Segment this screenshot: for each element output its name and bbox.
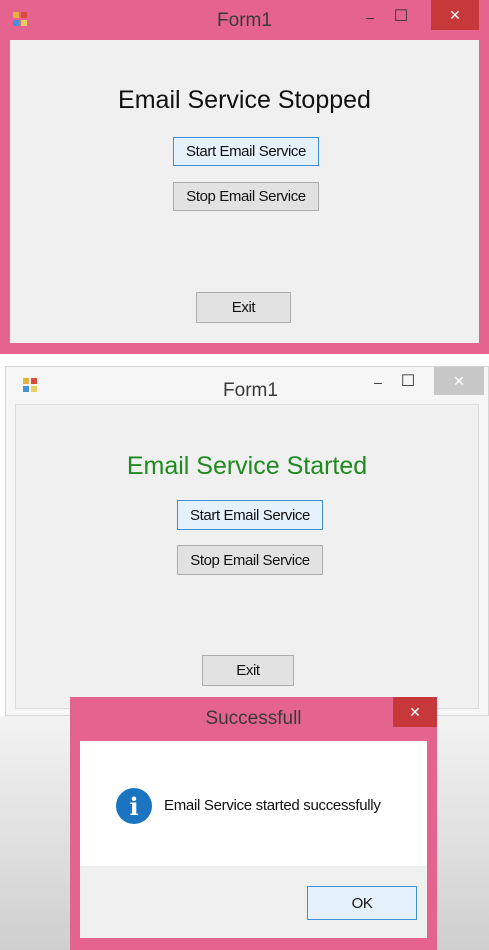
info-icon: i <box>116 788 152 824</box>
stop-email-service-button[interactable]: Stop Email Service <box>177 545 323 575</box>
dialog-body: i Email Service started successfully <box>80 741 427 866</box>
minimize-button[interactable]: – <box>365 371 391 393</box>
minimize-button[interactable]: – <box>357 6 383 28</box>
dialog-title: Successfull <box>205 708 302 729</box>
exit-button[interactable]: Exit <box>202 655 294 686</box>
dialog-close-button[interactable]: ✕ <box>393 697 437 727</box>
form1-window-started: Form1 – ☐ ✕ Email Service Started Start … <box>5 366 489 716</box>
status-heading: Email Service Started <box>126 452 368 480</box>
stop-email-service-button[interactable]: Stop Email Service <box>173 182 319 211</box>
exit-button[interactable]: Exit <box>196 292 291 323</box>
window-title: Form1 <box>223 380 278 401</box>
start-email-service-button[interactable]: Start Email Service <box>173 137 319 166</box>
start-email-service-button[interactable]: Start Email Service <box>177 500 323 530</box>
ok-button[interactable]: OK <box>307 886 417 920</box>
form1-window-stopped: Form1 – ☐ ✕ Email Service Stopped Start … <box>0 0 489 354</box>
status-heading: Email Service Stopped <box>118 86 371 114</box>
app-icon <box>23 378 38 393</box>
form-client-area: Email Service Stopped Start Email Servic… <box>10 40 479 343</box>
close-button[interactable]: ✕ <box>431 0 479 30</box>
maximize-button[interactable]: ☐ <box>394 370 422 392</box>
form-client-area: Email Service Started Start Email Servic… <box>15 404 479 709</box>
dialog-message: Email Service started successfully <box>164 797 381 814</box>
success-dialog: Successfull ✕ i Email Service started su… <box>70 697 437 950</box>
close-button[interactable]: ✕ <box>434 367 484 395</box>
maximize-button[interactable]: ☐ <box>387 5 415 27</box>
app-icon <box>13 12 28 27</box>
window-title: Form1 <box>217 10 272 31</box>
dialog-footer: OK <box>80 866 427 938</box>
